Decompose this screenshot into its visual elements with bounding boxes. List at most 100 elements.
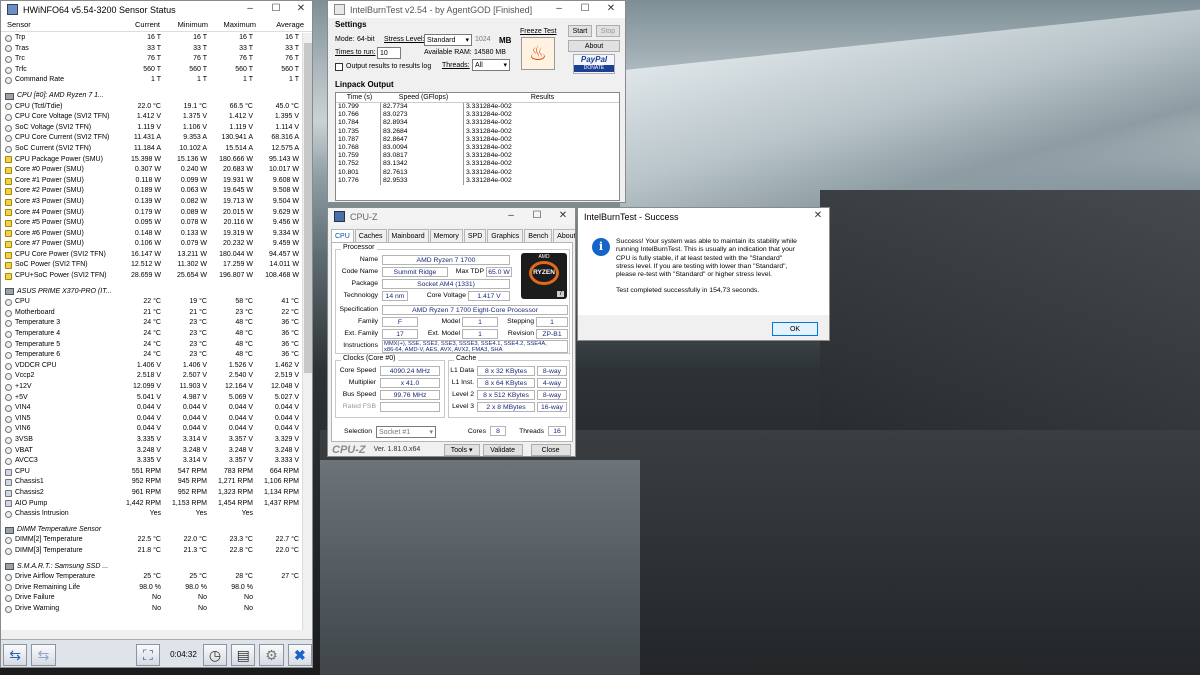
sensor-row[interactable]: Core #6 Power (SMU) 0.148 W 0.133 W 19.319 …: [1, 229, 304, 240]
validate-button[interactable]: Validate: [482, 443, 523, 456]
sensor-row[interactable]: DIMM[3] Temperature 21.8 °C 21.3 °C 22.8 °C…: [1, 546, 304, 557]
sensor-row[interactable]: CPU Package Power (SMU) 15.398 W 15.136 W 1…: [1, 155, 304, 166]
cpuz-minimize-button[interactable]: –: [498, 208, 524, 225]
ibt-success-dialog[interactable]: IntelBurnTest - Success ✕ i Success! You…: [577, 207, 830, 341]
close-button[interactable]: ✕: [288, 1, 312, 18]
sensor-row[interactable]: Command Rate 1 T 1 T 1 T 1 T: [1, 75, 304, 86]
report-icon[interactable]: ▤: [231, 643, 256, 666]
socket-select[interactable]: Socket #1 ▾: [376, 426, 436, 438]
header-sensor[interactable]: Sensor: [1, 18, 115, 31]
tab-graphics[interactable]: Graphics: [487, 229, 524, 243]
sensor-row[interactable]: Core #5 Power (SMU) 0.095 W 0.078 W 20.116 …: [1, 218, 304, 229]
sensor-row[interactable]: CPU+SoC Power (SVI2 TFN) 28.659 W 25.654 W…: [1, 271, 304, 282]
sensor-row[interactable]: VBAT 3.248 V 3.248 V 3.248 V 3.248 V: [1, 446, 304, 457]
sensor-group-header[interactable]: CPU [#0]: AMD Ryzen 7 1...: [1, 90, 304, 102]
tab-cpu[interactable]: CPU: [331, 229, 354, 243]
sensor-row[interactable]: AIO Pump 1,442 RPM 1,153 RPM 1,454 RPM 1,437…: [1, 499, 304, 510]
sensor-row[interactable]: CPU Core Voltage (SVI2 TFN) 1.412 V 1.375 …: [1, 112, 304, 123]
sensor-row[interactable]: Chassis Intrusion Yes Yes Yes: [1, 509, 304, 520]
horizontal-scrollbar[interactable]: [1, 630, 304, 639]
sensor-row[interactable]: Vccp2 2.518 V 2.507 V 2.540 V 2.519 V: [1, 371, 304, 382]
sensor-row[interactable]: Core #4 Power (SMU) 0.179 W 0.089 W 20.015 …: [1, 208, 304, 219]
sensor-group-header[interactable]: S.M.A.R.T.: Samsung SSD ...: [1, 561, 304, 573]
cpuz-maximize-button[interactable]: ☐: [524, 208, 550, 225]
dialog-titlebar[interactable]: IntelBurnTest - Success ✕: [578, 208, 829, 225]
tab-about[interactable]: About: [553, 229, 575, 243]
hwinfo-titlebar[interactable]: HWiNFO64 v5.54-3200 Sensor Status – ☐ ✕: [1, 1, 312, 18]
sensor-row[interactable]: CPU Core Current (SVI2 TFN) 11.431 A 9.353…: [1, 133, 304, 144]
network-icon[interactable]: ⛶: [135, 643, 161, 666]
sensor-row[interactable]: SoC Voltage (SVI2 TFN) 1.119 V 1.106 V 1.11…: [1, 123, 304, 134]
tab-memory[interactable]: Memory: [429, 229, 463, 243]
ok-button[interactable]: OK: [772, 322, 818, 336]
tools-button[interactable]: Tools ▾: [443, 443, 480, 456]
header-average[interactable]: Average: [259, 18, 307, 31]
paypal-donate-button[interactable]: PayPal DONATE: [573, 54, 615, 74]
sensor-row[interactable]: +12V 12.099 V 11.903 V 12.164 V 12.048 V: [1, 382, 304, 393]
ibt-maximize-button[interactable]: ☐: [572, 1, 598, 18]
cpuz-titlebar[interactable]: CPU-Z – ☐ ✕: [328, 208, 575, 225]
sensor-row[interactable]: Motherboard 21 °C 21 °C 23 °C 22 °C: [1, 308, 304, 319]
tab-spd[interactable]: SPD: [463, 229, 487, 243]
header-current[interactable]: Current: [115, 18, 163, 31]
sensor-row[interactable]: Tras 33 T 33 T 33 T 33 T: [1, 44, 304, 55]
header-maximum[interactable]: Maximum: [211, 18, 259, 31]
stop-button[interactable]: Stop: [596, 25, 620, 37]
cpuz-window[interactable]: CPU-Z – ☐ ✕ CPU Caches Mainboard Memory …: [327, 207, 576, 457]
sensor-row[interactable]: Trp 16 T 16 T 16 T 16 T: [1, 33, 304, 44]
sensor-row[interactable]: Temperature 6 24 °C 23 °C 48 °C 36 °C: [1, 350, 304, 361]
cpuz-close-footer-button[interactable]: Close: [530, 443, 571, 456]
tab-mainboard[interactable]: Mainboard: [387, 229, 429, 243]
sensor-group-header[interactable]: DIMM Temperature Sensor: [1, 524, 304, 536]
threads-select[interactable]: All ▾: [472, 59, 510, 71]
vertical-scrollbar[interactable]: [302, 33, 312, 639]
sensor-row[interactable]: Core #0 Power (SMU) 0.307 W 0.240 W 20.683 …: [1, 165, 304, 176]
sensor-row[interactable]: Chassis2 961 RPM 952 RPM 1,323 RPM 1,134 RPM: [1, 488, 304, 499]
sensor-row[interactable]: Drive Failure No No No: [1, 593, 304, 604]
maximize-button[interactable]: ☐: [263, 1, 289, 18]
ibt-titlebar[interactable]: IntelBurnTest v2.54 - by AgentGOD [Finis…: [328, 1, 625, 18]
sensor-row[interactable]: 3VSB 3.335 V 3.314 V 3.357 V 3.329 V: [1, 435, 304, 446]
tab-caches[interactable]: Caches: [354, 229, 387, 243]
dialog-close-button[interactable]: ✕: [805, 208, 829, 225]
sensor-row[interactable]: CPU 551 RPM 547 RPM 783 RPM 664 RPM: [1, 467, 304, 478]
sensor-row[interactable]: Core #1 Power (SMU) 0.118 W 0.099 W 19.931 …: [1, 176, 304, 187]
sensor-row[interactable]: VDDCR CPU 1.406 V 1.406 V 1.526 V 1.462 V: [1, 361, 304, 372]
sensor-row[interactable]: AVCC3 3.335 V 3.314 V 3.357 V 3.333 V: [1, 456, 304, 467]
sensor-row[interactable]: Drive Remaining Life 98.0 % 98.0 % 98.0 %: [1, 583, 304, 594]
sensor-row[interactable]: DIMM[2] Temperature 22.5 °C 22.0 °C 23.3 °C…: [1, 535, 304, 546]
sensor-row[interactable]: VIN5 0.044 V 0.044 V 0.044 V 0.044 V: [1, 414, 304, 425]
sensor-row[interactable]: +5V 5.041 V 4.987 V 5.069 V 5.027 V: [1, 393, 304, 404]
sensor-row[interactable]: CPU 22 °C 19 °C 58 °C 41 °C: [1, 297, 304, 308]
intelburntest-window[interactable]: IntelBurnTest v2.54 - by AgentGOD [Finis…: [327, 0, 626, 203]
stress-level-select[interactable]: Standard ▾: [424, 34, 472, 46]
times-input[interactable]: 10: [377, 47, 401, 59]
clock-icon[interactable]: ◷: [202, 643, 228, 666]
ibt-minimize-button[interactable]: –: [546, 1, 572, 18]
sensor-row[interactable]: Core #3 Power (SMU) 0.139 W 0.082 W 19.713 …: [1, 197, 304, 208]
sensor-row[interactable]: Drive Airflow Temperature 25 °C 25 °C 28 °C…: [1, 572, 304, 583]
sensor-row[interactable]: CPU (Tctl/Tdie) 22.0 °C 19.1 °C 66.5 °C 45.0…: [1, 102, 304, 113]
ibt-close-button[interactable]: ✕: [598, 1, 624, 18]
sensor-row[interactable]: Temperature 4 24 °C 23 °C 48 °C 36 °C: [1, 329, 304, 340]
sensor-row[interactable]: VIN6 0.044 V 0.044 V 0.044 V 0.044 V: [1, 424, 304, 435]
sensor-row[interactable]: VIN4 0.044 V 0.044 V 0.044 V 0.044 V: [1, 403, 304, 414]
sensor-row[interactable]: Core #7 Power (SMU) 0.106 W 0.079 W 20.232 …: [1, 239, 304, 250]
tab-bench[interactable]: Bench: [524, 229, 553, 243]
cpuz-close-button[interactable]: ✕: [550, 208, 575, 225]
sensor-row[interactable]: Drive Warning No No No: [1, 604, 304, 615]
arrows-icon[interactable]: ⇆: [3, 643, 28, 666]
settings-icon[interactable]: ⚙: [259, 643, 284, 666]
output-log-checkbox[interactable]: [335, 63, 343, 71]
sensor-row[interactable]: Temperature 3 24 °C 23 °C 48 °C 36 °C: [1, 318, 304, 329]
minimize-button[interactable]: –: [237, 1, 263, 18]
sensor-row[interactable]: Chassis1 952 RPM 945 RPM 1,271 RPM 1,106 RPM: [1, 477, 304, 488]
hwinfo-window[interactable]: HWiNFO64 v5.54-3200 Sensor Status – ☐ ✕ …: [0, 0, 313, 668]
arrows-disabled-icon[interactable]: ⇆: [31, 643, 56, 666]
sensor-row[interactable]: SoC Current (SVI2 TFN) 11.184 A 10.102 A 15…: [1, 144, 304, 155]
sensor-row[interactable]: Temperature 5 24 °C 23 °C 48 °C 36 °C: [1, 340, 304, 351]
sensor-row[interactable]: Trc 76 T 76 T 76 T 76 T: [1, 54, 304, 65]
linpack-output-table[interactable]: Time (s) Speed (GFlops) Results 10.799 82…: [335, 92, 620, 201]
sensor-row[interactable]: CPU Core Power (SVI2 TFN) 16.147 W 13.211 …: [1, 250, 304, 261]
start-button[interactable]: Start: [568, 25, 592, 37]
